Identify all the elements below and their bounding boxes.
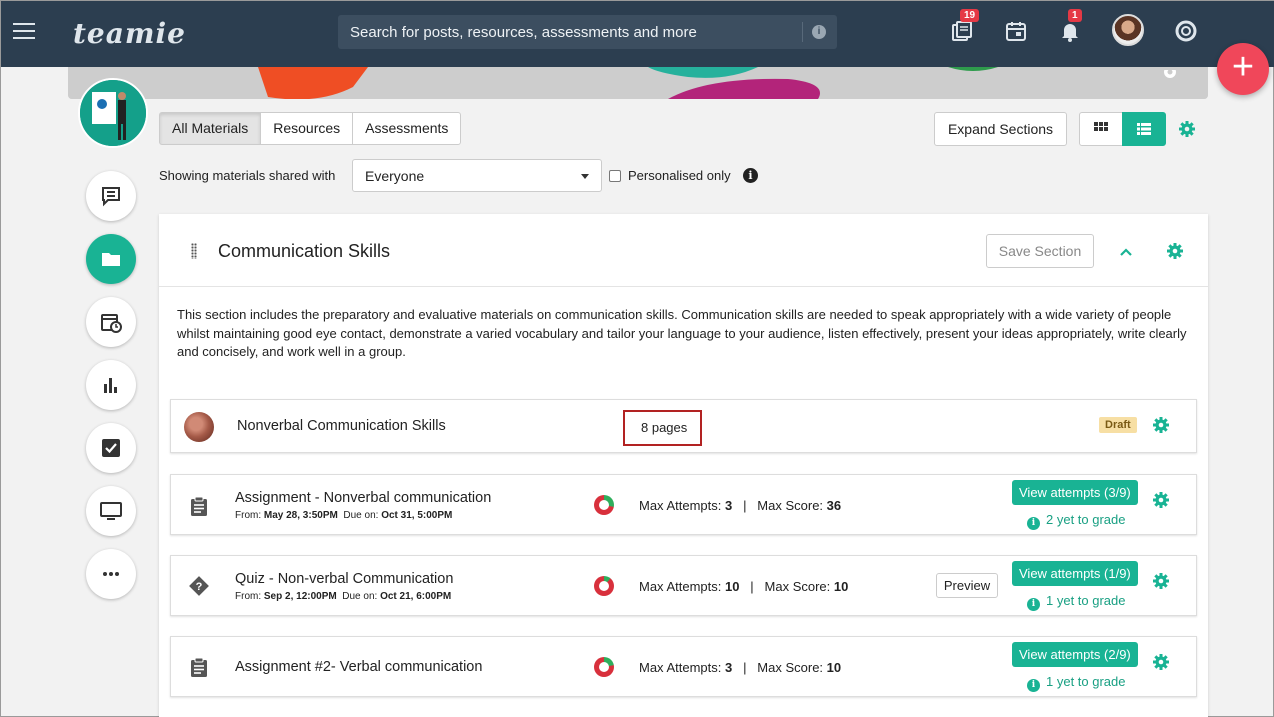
course-banner-image <box>68 67 1208 99</box>
preview-button[interactable]: Preview <box>936 573 998 598</box>
material-settings-gear-icon[interactable] <box>1153 417 1169 433</box>
course-avatar[interactable] <box>78 78 148 148</box>
list-view-button[interactable] <box>1122 112 1166 146</box>
showing-label: Showing materials shared with <box>159 168 336 183</box>
yet-to-grade-link[interactable]: i2 yet to grade <box>1027 512 1126 530</box>
library-icon[interactable] <box>950 19 974 43</box>
assessment-dates: From: Sep 2, 12:00PM Due on: Oct 21, 6:0… <box>235 591 452 602</box>
assessment-settings-gear-icon[interactable] <box>1153 573 1169 589</box>
assessment-settings-gear-icon[interactable] <box>1153 654 1169 670</box>
submission-progress-ring <box>594 495 614 515</box>
audience-select-value: Everyone <box>365 168 425 184</box>
notification-count-badge: 1 <box>1068 9 1082 22</box>
material-title[interactable]: Nonverbal Communication Skills <box>237 418 446 434</box>
monitor-icon <box>100 502 122 520</box>
folder-icon <box>102 253 120 266</box>
teamie-logo[interactable]: teamie <box>73 17 186 50</box>
assessment-title[interactable]: Quiz - Non-verbal Communication <box>235 571 453 587</box>
sidebar-item-analytics[interactable] <box>86 360 136 410</box>
draft-badge: Draft <box>1099 417 1137 433</box>
user-avatar[interactable] <box>1112 14 1144 46</box>
sidebar-item-posts[interactable] <box>86 171 136 221</box>
quiz-question-icon: ? <box>189 576 209 601</box>
sidebar-item-tasks[interactable] <box>86 423 136 473</box>
audience-select[interactable]: Everyone <box>352 159 602 192</box>
search-info-icon[interactable]: i <box>812 25 826 39</box>
list-icon <box>1137 123 1151 135</box>
add-fab-button[interactable]: + <box>1217 43 1269 95</box>
page-count: 8 pages <box>641 420 688 435</box>
assessment-item[interactable]: Assignment #2- Verbal communication Max … <box>170 636 1197 697</box>
view-attempts-button[interactable]: View attempts (2/9) <box>1012 642 1138 667</box>
assessment-settings-gear-icon[interactable] <box>1153 492 1169 508</box>
personalised-info-icon[interactable]: i <box>743 168 758 183</box>
assessment-item[interactable]: ? Quiz - Non-verbal Communication From: … <box>170 555 1197 616</box>
material-item[interactable]: Nonverbal Communication Skills 8 pages D… <box>170 399 1197 453</box>
tab-resources[interactable]: Resources <box>260 112 354 145</box>
expand-sections-button[interactable]: Expand Sections <box>934 112 1067 146</box>
section-settings-gear-icon[interactable] <box>1167 243 1183 259</box>
help-lifebuoy-icon[interactable] <box>1174 19 1198 43</box>
hamburger-menu-icon[interactable] <box>13 23 35 41</box>
materials-filter-tabs: All Materials Resources Assessments <box>159 112 462 145</box>
discussion-icon <box>102 187 120 207</box>
material-thumbnail <box>184 412 214 442</box>
section-description: This section includes the preparatory an… <box>177 307 1187 359</box>
assessment-limits: Max Attempts: 3 | Max Score: 10 <box>639 660 842 675</box>
calendar-icon[interactable] <box>1004 19 1028 43</box>
sidebar-item-classroom[interactable] <box>86 486 136 536</box>
more-horizontal-icon <box>103 572 119 576</box>
collapse-chevron-up-icon[interactable] <box>1119 244 1133 262</box>
tab-all-materials[interactable]: All Materials <box>159 112 262 145</box>
submission-progress-ring <box>594 576 614 596</box>
sidebar-item-materials[interactable] <box>86 234 136 284</box>
view-attempts-button[interactable]: View attempts (3/9) <box>1012 480 1138 505</box>
yet-to-grade-link[interactable]: i1 yet to grade <box>1027 674 1126 692</box>
yet-to-grade-link[interactable]: i1 yet to grade <box>1027 593 1126 611</box>
search-divider <box>802 22 803 42</box>
bar-chart-icon <box>104 378 117 393</box>
assessment-dates: From: May 28, 3:50PM Due on: Oct 31, 5:0… <box>235 510 453 521</box>
personalised-only-checkbox[interactable] <box>609 170 621 182</box>
section-title: Communication Skills <box>218 241 391 261</box>
grid-view-button[interactable] <box>1079 112 1123 146</box>
assignment-clipboard-icon <box>190 496 208 521</box>
view-settings-gear-icon[interactable] <box>1179 121 1195 137</box>
assessment-item[interactable]: Assignment - Nonverbal communication Fro… <box>170 474 1197 535</box>
top-navigation-bar: teamie Search for posts, resources, asse… <box>1 1 1274 67</box>
svg-text:?: ? <box>196 581 203 593</box>
sidebar-item-more[interactable] <box>86 549 136 599</box>
save-section-button[interactable]: Save Section <box>986 234 1094 268</box>
submission-progress-ring <box>594 657 614 677</box>
assignment-clipboard-icon <box>190 657 208 682</box>
library-count-badge: 19 <box>960 9 980 22</box>
sidebar-item-schedule[interactable] <box>86 297 136 347</box>
search-bar[interactable]: Search for posts, resources, assessments… <box>338 15 837 49</box>
search-input[interactable]: Search for posts, resources, assessments… <box>350 24 697 41</box>
personalised-only-label[interactable]: Personalised only <box>628 168 731 183</box>
drag-handle-icon[interactable] <box>191 243 197 259</box>
notification-bell-icon[interactable] <box>1058 19 1082 43</box>
assessment-title[interactable]: Assignment #2- Verbal communication <box>235 659 482 675</box>
banner-settings-gear-icon[interactable] <box>1162 67 1178 85</box>
view-attempts-button[interactable]: View attempts (1/9) <box>1012 561 1138 586</box>
calendar-clock-icon <box>101 314 122 333</box>
section-card: Communication Skills Save Section This s… <box>159 214 1208 717</box>
tab-assessments[interactable]: Assessments <box>352 112 462 145</box>
section-header: Communication Skills Save Section <box>159 214 1208 287</box>
checkbox-icon <box>102 439 120 457</box>
assessment-limits: Max Attempts: 3 | Max Score: 36 <box>639 498 842 513</box>
grid-icon <box>1094 122 1108 131</box>
assessment-limits: Max Attempts: 10 | Max Score: 10 <box>639 579 849 594</box>
chevron-down-icon <box>581 174 589 179</box>
assessment-title[interactable]: Assignment - Nonverbal communication <box>235 490 491 506</box>
